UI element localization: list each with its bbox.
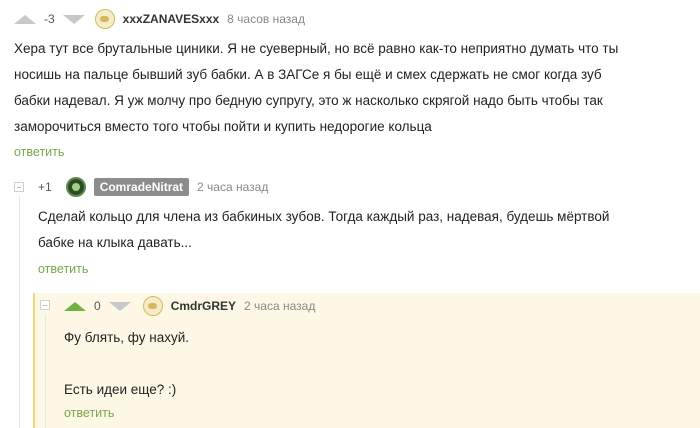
collapse-icon[interactable] <box>40 300 50 310</box>
reply-link[interactable]: ответить <box>64 406 114 420</box>
avatar-icon[interactable] <box>65 177 86 197</box>
upvote-arrow-icon[interactable] <box>64 301 86 311</box>
comment-body: Хера тут все брутальные циники. Я не суе… <box>14 36 694 140</box>
comment-line: Фу блять, фу нахуй. <box>64 330 190 345</box>
comment-rating: -3 <box>44 12 55 26</box>
comment-header: +1 ComradeNitrat 2 часа назад <box>38 175 268 199</box>
comment-line: Хера тут все брутальные циники. Я не суе… <box>14 41 619 56</box>
comment-line: заморочиться вместо того чтобы пойти и к… <box>14 119 432 134</box>
comment-header: -3 xxxZANAVESxxx 8 часов назад <box>14 7 305 31</box>
reply-link[interactable]: ответить <box>38 262 88 276</box>
reply-link[interactable]: ответить <box>14 145 64 159</box>
collapse-icon[interactable] <box>14 182 24 192</box>
comment-line: бабки надевал. Я уж молчу про бедную суп… <box>14 93 603 108</box>
comment-line: Сделай кольцо для члена из бабкиных зубо… <box>38 209 610 224</box>
comment-body: Фу блять, фу нахуй. Есть идеи еще? :) <box>64 325 664 403</box>
downvote-arrow-icon[interactable] <box>108 301 131 311</box>
comment-header: 0 CmdrGREY 2 часа назад <box>64 294 315 318</box>
comment-rating: +1 <box>38 180 52 194</box>
thread-line[interactable] <box>45 314 46 428</box>
comment-rating: 0 <box>94 299 101 313</box>
upvote-arrow-icon[interactable] <box>14 14 36 24</box>
avatar-icon[interactable] <box>142 296 163 316</box>
comment-line <box>64 351 664 377</box>
avatar-icon[interactable] <box>94 9 115 29</box>
comment-username[interactable]: CmdrGREY <box>171 299 236 313</box>
comment-line: Есть идеи еще? :) <box>64 382 177 397</box>
comment-username[interactable]: ComradeNitrat <box>93 178 190 196</box>
thread-line[interactable] <box>19 196 20 428</box>
comment-highlight-border <box>33 293 35 428</box>
downvote-arrow-icon[interactable] <box>62 14 85 24</box>
comment-time[interactable]: 8 часов назад <box>227 12 305 26</box>
comment-line: бабке на клыка давать... <box>38 235 192 250</box>
comment-body: Сделай кольцо для члена из бабкиных зубо… <box>38 204 688 256</box>
comment-username[interactable]: xxxZANAVESxxx <box>123 12 220 26</box>
comment-time[interactable]: 2 часа назад <box>197 180 268 194</box>
comment-line: носишь на пальце бывший зуб бабки. А в З… <box>14 67 602 82</box>
comment-time[interactable]: 2 часа назад <box>244 299 315 313</box>
